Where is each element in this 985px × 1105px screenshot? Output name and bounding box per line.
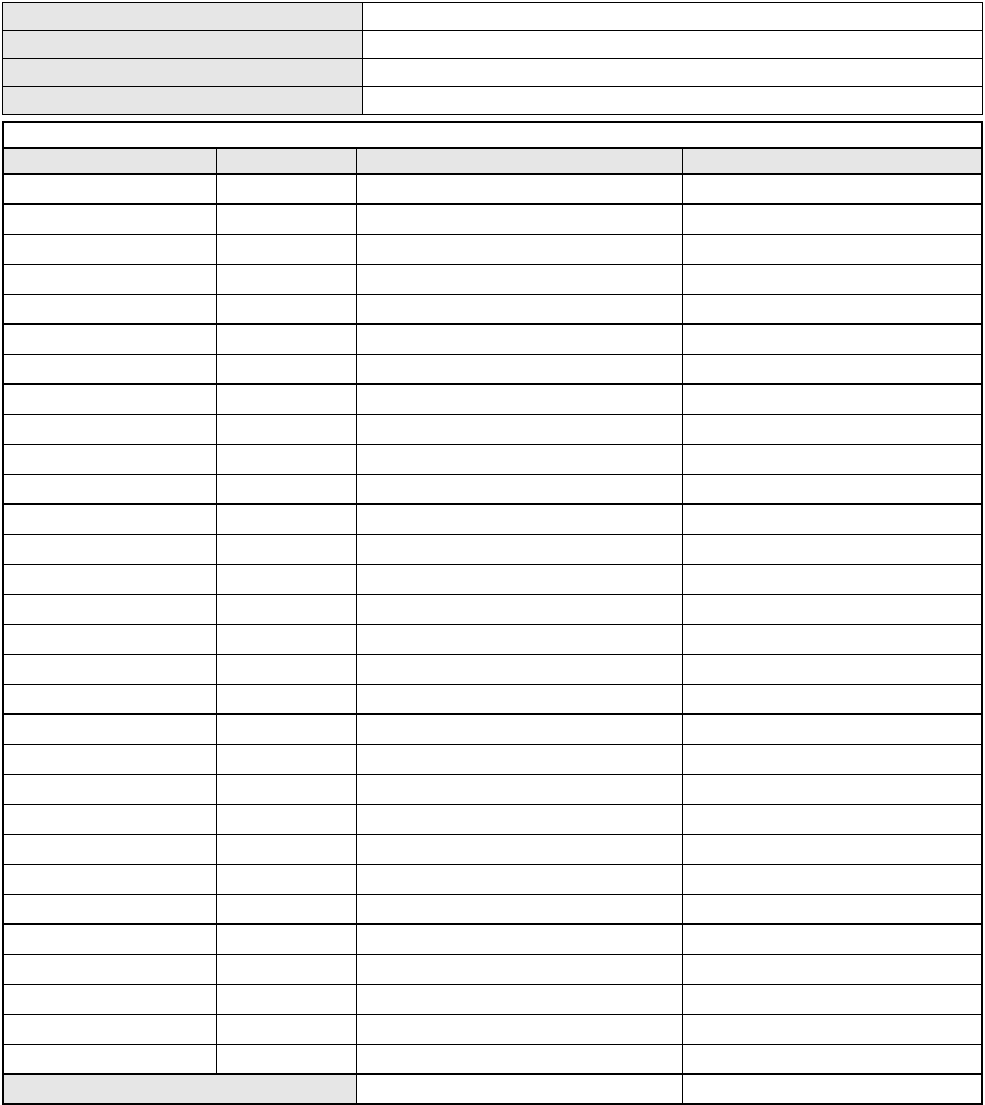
table-row bbox=[3, 744, 982, 774]
table-row bbox=[3, 294, 982, 324]
header-table bbox=[2, 2, 983, 115]
title-row bbox=[3, 122, 982, 148]
table-row bbox=[3, 1044, 982, 1074]
table-row bbox=[3, 444, 982, 474]
table-row bbox=[3, 1014, 982, 1044]
header-value-3[interactable] bbox=[363, 59, 983, 87]
header-row-3 bbox=[3, 59, 983, 87]
table-row bbox=[3, 834, 982, 864]
col-header-1 bbox=[3, 148, 216, 174]
table-row bbox=[3, 264, 982, 294]
table-row bbox=[3, 234, 982, 264]
column-header-row bbox=[3, 148, 982, 174]
table-row bbox=[3, 804, 982, 834]
header-label-4 bbox=[3, 87, 363, 115]
header-row-1 bbox=[3, 3, 983, 31]
col-header-3 bbox=[356, 148, 682, 174]
table-row bbox=[3, 594, 982, 624]
table-row bbox=[3, 714, 982, 744]
table-row bbox=[3, 504, 982, 534]
table-row bbox=[3, 894, 982, 924]
header-value-4[interactable] bbox=[363, 87, 983, 115]
table-row bbox=[3, 954, 982, 984]
table-row bbox=[3, 174, 982, 204]
header-value-1[interactable] bbox=[363, 3, 983, 31]
header-row-2 bbox=[3, 31, 983, 59]
table-row bbox=[3, 684, 982, 714]
main-table bbox=[2, 121, 983, 1105]
table-row bbox=[3, 654, 982, 684]
col-header-2 bbox=[216, 148, 356, 174]
table-row bbox=[3, 924, 982, 954]
header-label-2 bbox=[3, 31, 363, 59]
table-row bbox=[3, 624, 982, 654]
col-header-4 bbox=[682, 148, 982, 174]
table-row bbox=[3, 324, 982, 354]
table-row bbox=[3, 474, 982, 504]
table-title bbox=[3, 122, 982, 148]
table-row bbox=[3, 204, 982, 234]
header-label-3 bbox=[3, 59, 363, 87]
table-row bbox=[3, 534, 982, 564]
table-row bbox=[3, 774, 982, 804]
header-row-4 bbox=[3, 87, 983, 115]
table-row bbox=[3, 384, 982, 414]
table-row bbox=[3, 564, 982, 594]
table-row bbox=[3, 864, 982, 894]
table-row bbox=[3, 354, 982, 384]
header-label-1 bbox=[3, 3, 363, 31]
header-value-2[interactable] bbox=[363, 31, 983, 59]
table-row bbox=[3, 414, 982, 444]
table-row bbox=[3, 984, 982, 1014]
